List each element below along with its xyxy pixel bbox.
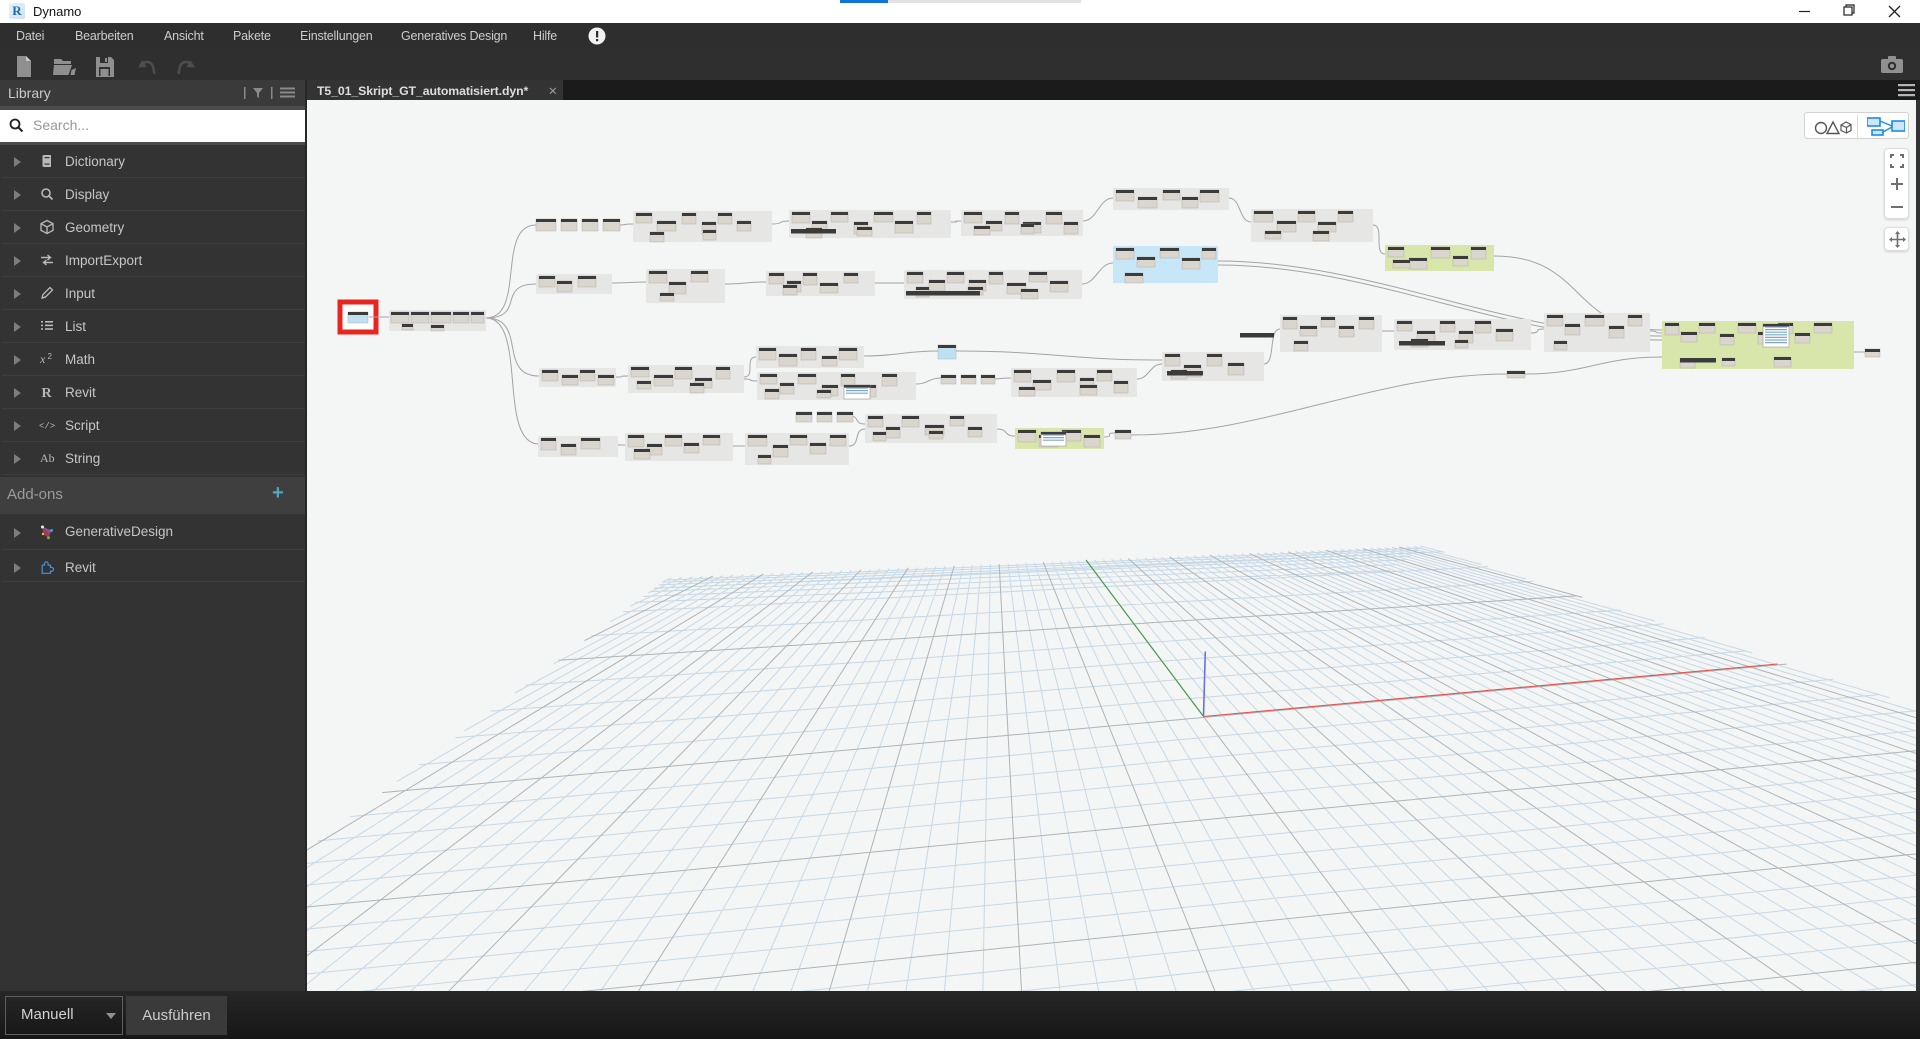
svg-text:</>: </> <box>39 422 55 432</box>
svg-text:R: R <box>42 386 53 400</box>
svg-text:2: 2 <box>48 352 53 361</box>
svg-text:Ab: Ab <box>40 451 55 465</box>
svg-text:x: x <box>39 352 46 366</box>
